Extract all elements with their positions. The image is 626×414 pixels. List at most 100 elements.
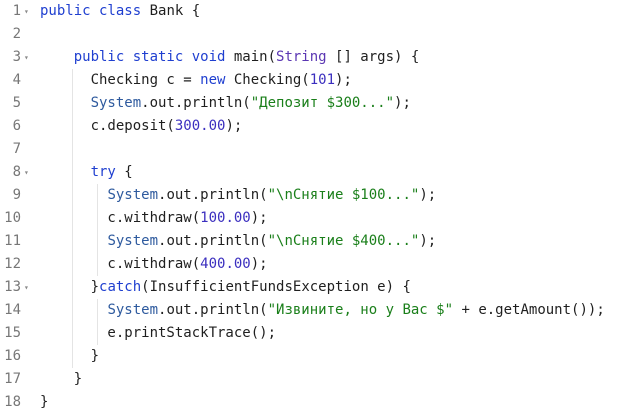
line-number: 4 bbox=[12, 72, 21, 88]
line-number: 5 bbox=[12, 95, 21, 111]
line-number: 10 bbox=[4, 210, 21, 226]
code-text: Checking c = new Checking(101); bbox=[40, 69, 352, 92]
code-token: c.withdraw( bbox=[40, 256, 201, 272]
code-token: ); bbox=[419, 187, 437, 203]
code-token: e.printStackTrace(); bbox=[40, 325, 277, 341]
code-line[interactable]: 3 ▾ public static void main(String [] arg… bbox=[0, 46, 626, 69]
code-editor[interactable]: 1 ▾ public class Bank {2 3 ▾ public static v… bbox=[0, 0, 626, 414]
code-line[interactable]: 2 bbox=[0, 23, 626, 46]
code-token: 101 bbox=[309, 72, 336, 88]
code-text: c.deposit(300.00); bbox=[40, 115, 243, 138]
code-token: System bbox=[107, 302, 159, 318]
fold-arrow-icon[interactable]: ▾ bbox=[24, 161, 32, 184]
code-token: 300.00 bbox=[174, 118, 226, 134]
code-token: System bbox=[107, 233, 159, 249]
code-line[interactable]: 11 System.out.println("\nСнятие $400..."… bbox=[0, 230, 626, 253]
fold-arrow-icon[interactable]: ▾ bbox=[24, 276, 32, 299]
code-token: "\nСнятие $400..." bbox=[267, 233, 420, 249]
code-line[interactable]: 9 System.out.println("\nСнятие $100...")… bbox=[0, 184, 626, 207]
code-text: c.withdraw(100.00); bbox=[40, 207, 268, 230]
code-token: ); bbox=[394, 95, 411, 111]
code-token: c.deposit( bbox=[40, 118, 175, 134]
code-text: public static void main(String [] args) … bbox=[40, 46, 420, 69]
code-line[interactable]: 6 c.deposit(300.00); bbox=[0, 115, 626, 138]
code-token: main( bbox=[225, 49, 277, 65]
code-token: 100.00 bbox=[200, 210, 251, 226]
line-number: 17 bbox=[4, 371, 21, 387]
code-text: } bbox=[40, 368, 82, 391]
code-line[interactable]: 15 e.printStackTrace(); bbox=[0, 322, 626, 345]
code-line[interactable]: 5 System.out.println("Депозит $300..."); bbox=[0, 92, 626, 115]
line-number: 3 bbox=[12, 49, 21, 65]
code-token: System bbox=[107, 187, 159, 203]
fold-arrow-icon[interactable]: ▾ bbox=[24, 0, 32, 23]
code-line[interactable]: 4 Checking c = new Checking(101); bbox=[0, 69, 626, 92]
code-line[interactable]: 14 System.out.println("Извините, но у Ва… bbox=[0, 299, 626, 322]
code-token: .out.println( bbox=[158, 302, 268, 318]
code-token: 400.00 bbox=[200, 256, 251, 272]
code-token: (InsufficientFundsException e) { bbox=[141, 279, 411, 295]
line-number: 9 bbox=[12, 187, 21, 203]
code-text: }catch(InsufficientFundsException e) { bbox=[40, 276, 411, 299]
code-token: new bbox=[200, 72, 226, 88]
code-text: c.withdraw(400.00); bbox=[40, 253, 268, 276]
code-line[interactable]: 1 ▾ public class Bank { bbox=[0, 0, 626, 23]
line-number: 15 bbox=[4, 325, 21, 341]
line-number: 13 bbox=[4, 279, 21, 295]
line-number: 2 bbox=[12, 26, 21, 42]
code-token: .out.println( bbox=[158, 187, 268, 203]
fold-arrow-icon[interactable]: ▾ bbox=[24, 46, 32, 69]
line-number: 12 bbox=[4, 256, 21, 272]
code-token: public class bbox=[40, 3, 142, 19]
code-text: System.out.println("Извините, но у Вас $… bbox=[40, 299, 604, 322]
code-line[interactable]: 18} bbox=[0, 391, 626, 414]
code-text: System.out.println("\nСнятие $400..."); bbox=[40, 230, 436, 253]
code-token: "Депозит $300..." bbox=[250, 95, 395, 111]
code-token: } bbox=[40, 394, 49, 410]
code-text: System.out.println("\nСнятие $100..."); bbox=[40, 184, 436, 207]
code-token: Bank { bbox=[141, 3, 201, 19]
code-token: c.withdraw( bbox=[40, 210, 201, 226]
code-text: } bbox=[40, 391, 48, 414]
line-number: 14 bbox=[4, 302, 21, 318]
code-token: Checking c = bbox=[40, 72, 201, 88]
code-token: .out.println( bbox=[158, 233, 268, 249]
code-line[interactable]: 16 } bbox=[0, 345, 626, 368]
line-number: 6 bbox=[12, 118, 21, 134]
code-text: try { bbox=[40, 161, 133, 184]
code-text: } bbox=[40, 345, 99, 368]
code-token: ); bbox=[419, 233, 437, 249]
code-line[interactable]: 12 c.withdraw(400.00); bbox=[0, 253, 626, 276]
code-token: "Извините, но у Вас $" bbox=[267, 302, 454, 318]
code-text: public class Bank { bbox=[40, 0, 200, 23]
code-token: try bbox=[90, 164, 116, 180]
line-number: 1 bbox=[12, 3, 21, 19]
code-token: [] args) { bbox=[326, 49, 420, 65]
code-line[interactable]: 10 c.withdraw(100.00); bbox=[0, 207, 626, 230]
code-token: "\nСнятие $100..." bbox=[267, 187, 420, 203]
code-line[interactable]: 13 ▾ }catch(InsufficientFundsException e)… bbox=[0, 276, 626, 299]
line-number: 8 bbox=[12, 164, 21, 180]
code-text: System.out.println("Депозит $300..."); bbox=[40, 92, 411, 115]
code-line[interactable]: 8 ▾ try { bbox=[0, 161, 626, 184]
code-token: .out.println( bbox=[141, 95, 251, 111]
code-line[interactable]: 17 } bbox=[0, 368, 626, 391]
code-token: Checking( bbox=[225, 72, 310, 88]
code-token: public static void bbox=[73, 49, 226, 65]
code-text: e.printStackTrace(); bbox=[40, 322, 276, 345]
code-token: System bbox=[90, 95, 142, 111]
code-line[interactable]: 7 bbox=[0, 138, 626, 161]
line-number: 7 bbox=[12, 141, 21, 157]
code-token: ); bbox=[250, 256, 268, 272]
code-token: ); bbox=[225, 118, 243, 134]
code-token: String bbox=[276, 49, 327, 65]
code-token: catch bbox=[99, 279, 142, 295]
code-token: { bbox=[115, 164, 133, 180]
code-token: ); bbox=[250, 210, 268, 226]
line-number: 16 bbox=[4, 348, 21, 364]
